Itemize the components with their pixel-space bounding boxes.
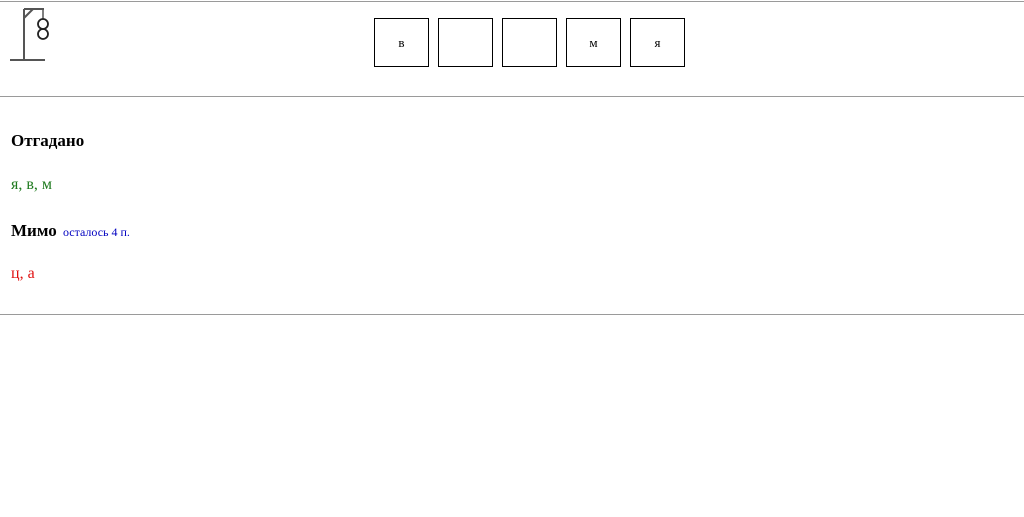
gallows-head-body-icon bbox=[10, 8, 49, 61]
top-divider bbox=[0, 1, 1024, 2]
letter-cell: м bbox=[566, 18, 621, 67]
letter-cell bbox=[502, 18, 557, 67]
missed-heading: Мимо осталось 4 п. bbox=[11, 221, 130, 241]
bottom-divider bbox=[0, 314, 1024, 315]
word-board: в м я bbox=[374, 18, 685, 67]
letter-cell bbox=[438, 18, 493, 67]
guessed-letters: я, в, м bbox=[11, 176, 53, 193]
hangman-page: в м я Отгадано я, в, м Мимо осталось 4 п… bbox=[0, 0, 1024, 517]
missed-heading-label: Мимо bbox=[11, 221, 57, 240]
remaining-attempts: осталось 4 п. bbox=[62, 225, 130, 239]
letter-cell: в bbox=[374, 18, 429, 67]
guessed-heading: Отгадано bbox=[11, 131, 84, 151]
guessed-heading-label: Отгадано bbox=[11, 131, 85, 150]
letter-cell: я bbox=[630, 18, 685, 67]
middle-divider bbox=[0, 96, 1024, 97]
missed-letters: ц, а bbox=[11, 265, 35, 282]
